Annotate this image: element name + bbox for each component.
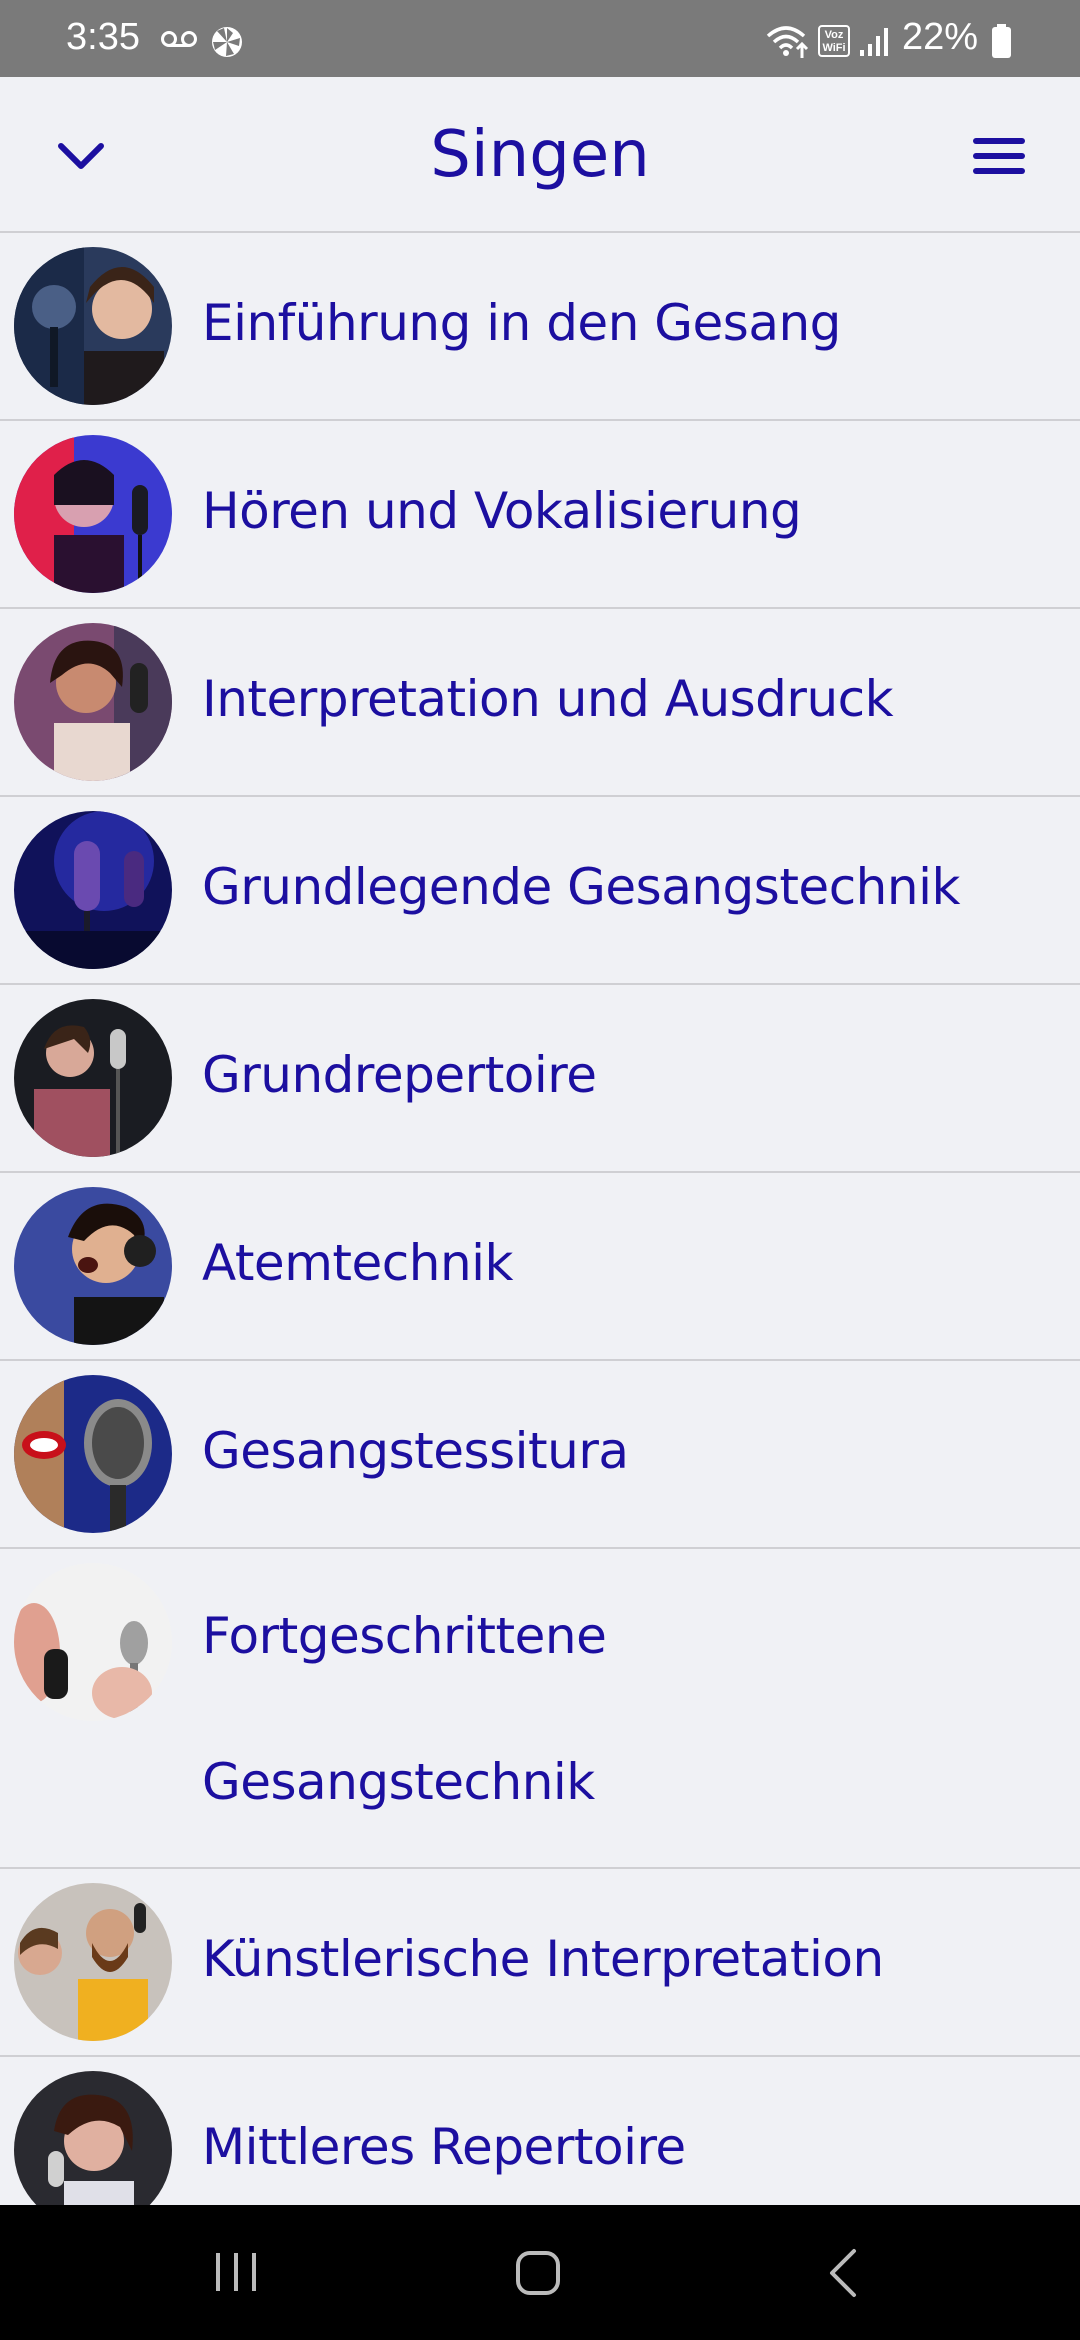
battery-icon — [992, 24, 1011, 58]
topic-thumbnail — [14, 623, 172, 781]
menu-button[interactable] — [964, 121, 1034, 191]
topic-list[interactable]: Einführung in den Gesang Hören und Vokal… — [0, 233, 1080, 2205]
topic-label-line2: Gesangstechnik — [202, 1753, 595, 1811]
topic-label: Einführung in den Gesang — [202, 294, 841, 352]
list-item[interactable]: Interpretation und Ausdruck — [0, 609, 1080, 797]
topic-label: Fortgeschrittene Gesangstechnik — [202, 1563, 1062, 1855]
aperture-icon — [212, 27, 242, 57]
battery-percent: 22% — [902, 16, 979, 58]
list-item[interactable]: Grundrepertoire — [0, 985, 1080, 1173]
topic-thumbnail — [14, 1563, 172, 1721]
list-item[interactable]: Grundlegende Gesangstechnik — [0, 797, 1080, 985]
topic-label: Atemtechnik — [202, 1234, 513, 1292]
topic-thumbnail — [14, 2071, 172, 2205]
app-header: Singen — [0, 77, 1080, 233]
signal-strength-icon — [860, 28, 888, 56]
topic-thumbnail — [14, 999, 172, 1157]
wifi-calling-icon — [766, 26, 809, 58]
topic-thumbnail — [14, 1187, 172, 1345]
status-bar: 3:35 Voz WiFi 22% — [0, 0, 1080, 77]
topic-label: Hören und Vokalisierung — [202, 482, 802, 540]
recents-icon[interactable] — [206, 2249, 266, 2295]
volte-badge: Voz WiFi — [818, 25, 850, 57]
topic-thumbnail — [14, 247, 172, 405]
topic-label-line1: Fortgeschrittene — [202, 1607, 607, 1665]
chevron-down-icon — [58, 143, 104, 169]
list-item[interactable]: Hören und Vokalisierung — [0, 421, 1080, 609]
topic-thumbnail — [14, 435, 172, 593]
list-item[interactable]: Fortgeschrittene Gesangstechnik — [0, 1549, 1080, 1869]
topic-label: Künstlerische Interpretation — [202, 1930, 884, 1988]
topic-label: Grundlegende Gesangstechnik — [202, 858, 960, 916]
hamburger-menu-icon — [973, 138, 1025, 174]
topic-thumbnail — [14, 1375, 172, 1533]
topic-label: Mittleres Repertoire — [202, 2118, 686, 2176]
system-nav-bar — [0, 2205, 1080, 2340]
topic-thumbnail — [14, 1883, 172, 2041]
collapse-button[interactable] — [46, 121, 116, 191]
list-item[interactable]: Künstlerische Interpretation — [0, 1869, 1080, 2057]
topic-label: Interpretation und Ausdruck — [202, 670, 894, 728]
topic-label: Gesangstessitura — [202, 1422, 629, 1480]
topic-thumbnail — [14, 811, 172, 969]
topic-label: Grundrepertoire — [202, 1046, 597, 1104]
list-item[interactable]: Einführung in den Gesang — [0, 233, 1080, 421]
list-item[interactable]: Atemtechnik — [0, 1173, 1080, 1361]
list-item[interactable]: Mittleres Repertoire — [0, 2057, 1080, 2205]
back-icon[interactable] — [820, 2245, 866, 2301]
status-time: 3:35 — [66, 16, 140, 58]
voicemail-icon — [161, 31, 197, 47]
home-icon[interactable] — [510, 2247, 566, 2299]
page-title: Singen — [430, 118, 650, 192]
list-item[interactable]: Gesangstessitura — [0, 1361, 1080, 1549]
